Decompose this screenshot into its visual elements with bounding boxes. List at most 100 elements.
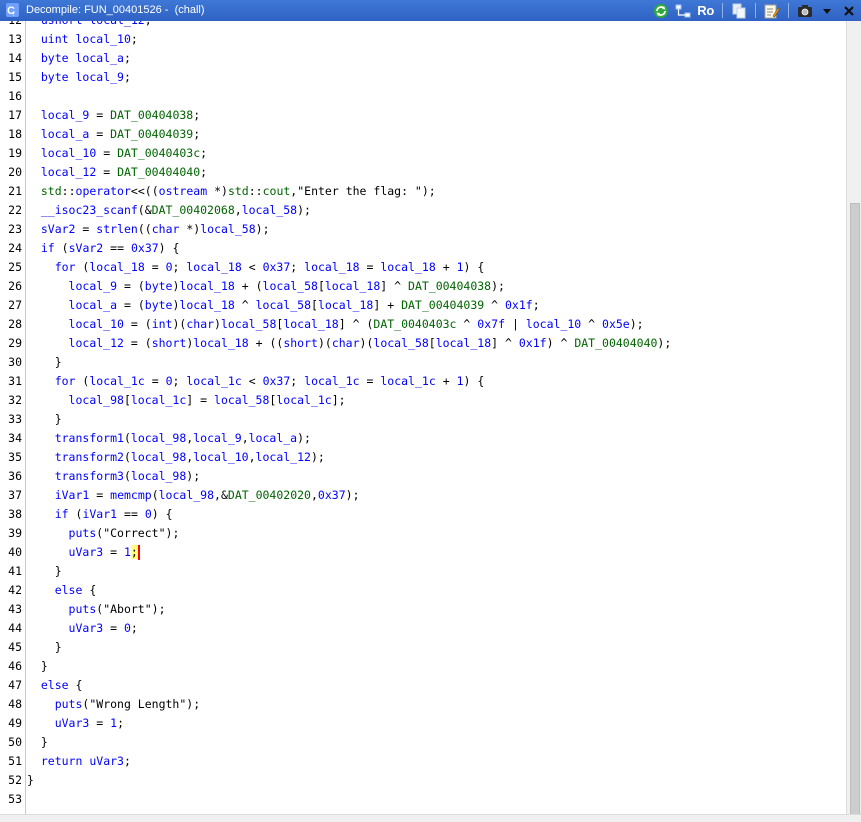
code-line[interactable]: 31 for (local_1c = 0; local_1c < 0x37; l… bbox=[0, 372, 846, 391]
code-text[interactable]: for (local_18 = 0; local_18 < 0x37; loca… bbox=[27, 258, 485, 277]
code-text[interactable]: local_10 = DAT_0040403c; bbox=[27, 144, 207, 163]
code-line[interactable]: 21 std::operator<<((ostream *)std::cout,… bbox=[0, 182, 846, 201]
code-line[interactable]: 35 transform2(local_98,local_10,local_12… bbox=[0, 448, 846, 467]
code-text[interactable]: std::operator<<((ostream *)std::cout,"En… bbox=[27, 182, 436, 201]
line-number: 17 bbox=[8, 108, 22, 122]
decompiler-code-view[interactable]: 12 ushort local_12;13 uint local_10;14 b… bbox=[0, 21, 846, 814]
code-text[interactable]: if (sVar2 == 0x37) { bbox=[27, 239, 180, 258]
code-line[interactable]: 43 puts("Abort"); bbox=[0, 600, 846, 619]
code-text[interactable]: transform3(local_98); bbox=[27, 467, 200, 486]
title-toolbar: Ro bbox=[653, 2, 857, 19]
code-line[interactable]: 17 local_9 = DAT_00404038; bbox=[0, 106, 846, 125]
code-line[interactable]: 40 uVar3 = 1; bbox=[0, 543, 846, 562]
code-line[interactable]: 33 } bbox=[0, 410, 846, 429]
code-line[interactable]: 53 bbox=[0, 790, 846, 809]
code-line[interactable]: 49 uVar3 = 1; bbox=[0, 714, 846, 733]
code-line[interactable]: 48 puts("Wrong Length"); bbox=[0, 695, 846, 714]
close-button[interactable] bbox=[841, 2, 857, 19]
code-text[interactable]: ushort local_12; bbox=[27, 21, 152, 30]
code-text[interactable]: } bbox=[27, 638, 62, 657]
code-line[interactable]: 27 local_a = (byte)local_18 ^ local_58[l… bbox=[0, 296, 846, 315]
code-text[interactable]: } bbox=[27, 771, 34, 790]
vertical-scrollbar-thumb[interactable] bbox=[850, 203, 860, 817]
vertical-scrollbar[interactable] bbox=[846, 21, 861, 817]
code-line[interactable]: 37 iVar1 = memcmp(local_98,&DAT_00402020… bbox=[0, 486, 846, 505]
code-text[interactable]: local_10 = (int)(char)local_58[local_18]… bbox=[27, 315, 644, 334]
code-text[interactable]: uVar3 = 1; bbox=[27, 543, 140, 562]
rename-button[interactable] bbox=[675, 2, 691, 19]
code-line[interactable]: 20 local_12 = DAT_00404040; bbox=[0, 163, 846, 182]
edit-button[interactable] bbox=[764, 2, 780, 19]
code-line[interactable]: 26 local_9 = (byte)local_18 + (local_58[… bbox=[0, 277, 846, 296]
code-text[interactable]: local_9 = DAT_00404038; bbox=[27, 106, 200, 125]
code-text[interactable]: } bbox=[27, 733, 48, 752]
code-text[interactable]: } bbox=[27, 353, 62, 372]
code-line[interactable]: 22 __isoc23_scanf(&DAT_00402068,local_58… bbox=[0, 201, 846, 220]
code-line[interactable]: 16 bbox=[0, 87, 846, 106]
code-text[interactable]: for (local_1c = 0; local_1c < 0x37; loca… bbox=[27, 372, 485, 391]
code-text[interactable]: iVar1 = memcmp(local_98,&DAT_00402020,0x… bbox=[27, 486, 360, 505]
code-line[interactable]: 15 byte local_9; bbox=[0, 68, 846, 87]
code-text[interactable]: uVar3 = 1; bbox=[27, 714, 124, 733]
code-line[interactable]: 52} bbox=[0, 771, 846, 790]
code-text[interactable]: } bbox=[27, 410, 62, 429]
code-line[interactable]: 47 else { bbox=[0, 676, 846, 695]
app-icon: C f bbox=[6, 3, 19, 17]
code-text[interactable]: local_9 = (byte)local_18 + (local_58[loc… bbox=[27, 277, 505, 296]
code-text[interactable]: byte local_a; bbox=[27, 49, 131, 68]
code-text[interactable]: sVar2 = strlen((char *)local_58); bbox=[27, 220, 270, 239]
code-line[interactable]: 41 } bbox=[0, 562, 846, 581]
code-text[interactable]: puts("Abort"); bbox=[27, 600, 166, 619]
code-line[interactable]: 24 if (sVar2 == 0x37) { bbox=[0, 239, 846, 258]
line-number: 31 bbox=[8, 374, 22, 388]
code-line[interactable]: 29 local_12 = (short)local_18 + ((short)… bbox=[0, 334, 846, 353]
code-line[interactable]: 51 return uVar3; bbox=[0, 752, 846, 771]
code-text[interactable]: } bbox=[27, 562, 62, 581]
code-text[interactable] bbox=[27, 87, 41, 106]
code-line[interactable]: 13 uint local_10; bbox=[0, 30, 846, 49]
code-text[interactable]: puts("Correct"); bbox=[27, 524, 180, 543]
code-text[interactable]: uint local_10; bbox=[27, 30, 138, 49]
code-text[interactable]: else { bbox=[27, 581, 97, 600]
code-text[interactable]: local_98[local_1c] = local_58[local_1c]; bbox=[27, 391, 346, 410]
code-line[interactable]: 45 } bbox=[0, 638, 846, 657]
code-text[interactable]: local_12 = DAT_00404040; bbox=[27, 163, 207, 182]
code-line[interactable]: 38 if (iVar1 == 0) { bbox=[0, 505, 846, 524]
code-line[interactable]: 18 local_a = DAT_00404039; bbox=[0, 125, 846, 144]
code-line[interactable]: 23 sVar2 = strlen((char *)local_58); bbox=[0, 220, 846, 239]
code-text[interactable]: return uVar3; bbox=[27, 752, 131, 771]
code-line[interactable]: 19 local_10 = DAT_0040403c; bbox=[0, 144, 846, 163]
code-line[interactable]: 34 transform1(local_98,local_9,local_a); bbox=[0, 429, 846, 448]
code-text[interactable]: local_a = DAT_00404039; bbox=[27, 125, 200, 144]
code-text[interactable]: byte local_9; bbox=[27, 68, 131, 87]
code-listing[interactable]: 12 ushort local_12;13 uint local_10;14 b… bbox=[0, 21, 846, 809]
code-text[interactable]: transform1(local_98,local_9,local_a); bbox=[27, 429, 311, 448]
code-line[interactable]: 46 } bbox=[0, 657, 846, 676]
code-text[interactable]: local_a = (byte)local_18 ^ local_58[loca… bbox=[27, 296, 540, 315]
code-line[interactable]: 12 ushort local_12; bbox=[0, 21, 846, 30]
code-line[interactable]: 36 transform3(local_98); bbox=[0, 467, 846, 486]
code-line[interactable]: 50 } bbox=[0, 733, 846, 752]
refresh-button[interactable] bbox=[653, 2, 669, 19]
code-text[interactable]: transform2(local_98,local_10,local_12); bbox=[27, 448, 325, 467]
code-line[interactable]: 39 puts("Correct"); bbox=[0, 524, 846, 543]
code-text[interactable]: __isoc23_scanf(&DAT_00402068,local_58); bbox=[27, 201, 311, 220]
code-text[interactable]: local_12 = (short)local_18 + ((short)(ch… bbox=[27, 334, 672, 353]
snapshot-button[interactable] bbox=[797, 2, 813, 19]
code-line[interactable]: 44 uVar3 = 0; bbox=[0, 619, 846, 638]
code-line[interactable]: 25 for (local_18 = 0; local_18 < 0x37; l… bbox=[0, 258, 846, 277]
code-line[interactable]: 14 byte local_a; bbox=[0, 49, 846, 68]
code-text[interactable]: uVar3 = 0; bbox=[27, 619, 138, 638]
code-text[interactable]: if (iVar1 == 0) { bbox=[27, 505, 173, 524]
code-text[interactable]: } bbox=[27, 657, 48, 676]
copy-button[interactable] bbox=[731, 2, 747, 19]
code-text[interactable]: puts("Wrong Length"); bbox=[27, 695, 200, 714]
code-line[interactable]: 42 else { bbox=[0, 581, 846, 600]
code-line[interactable]: 30 } bbox=[0, 353, 846, 372]
read-only-toggle[interactable]: Ro bbox=[697, 2, 714, 19]
code-line[interactable]: 28 local_10 = (int)(char)local_58[local_… bbox=[0, 315, 846, 334]
code-line[interactable]: 32 local_98[local_1c] = local_58[local_1… bbox=[0, 391, 846, 410]
refresh-icon bbox=[654, 3, 669, 18]
code-text[interactable]: else { bbox=[27, 676, 83, 695]
menu-button[interactable] bbox=[819, 2, 835, 19]
